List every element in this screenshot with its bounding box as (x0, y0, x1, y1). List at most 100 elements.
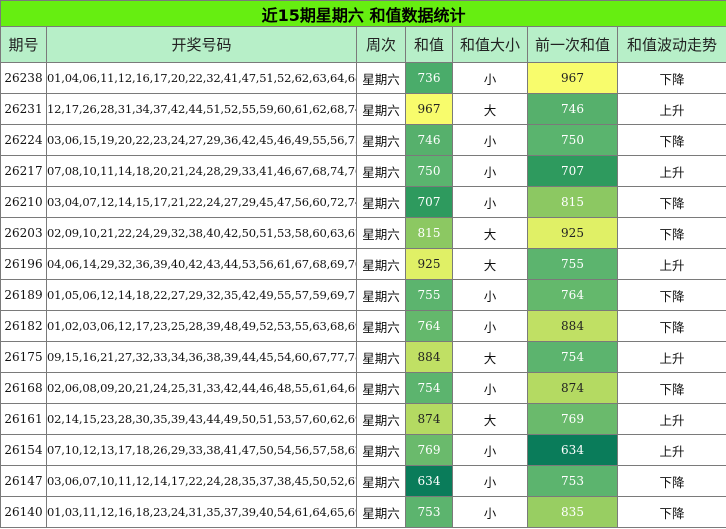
weekday-cell: 星期六 (356, 93, 406, 125)
table-body: 26238 01,04,06,11,12,16,17,20,22,32,41,47… (0, 62, 726, 528)
numbers-cell: 03,06,15,19,20,22,23,24,27,29,36,42,45,4… (46, 124, 357, 156)
previous-sum-cell: 884 (527, 310, 618, 342)
column-header-sum: 和值 (405, 26, 453, 63)
trend-cell: 下降 (616, 186, 726, 218)
weekday-cell: 星期六 (356, 465, 406, 497)
table-row: 26147 03,06,07,10,11,12,14,17,22,24,28,35… (0, 465, 726, 497)
table-row: 26154 07,10,12,13,17,18,26,29,33,38,41,47… (0, 434, 726, 466)
trend-cell: 上升 (616, 434, 726, 466)
previous-sum-cell: 835 (527, 496, 618, 528)
trend-cell: 下降 (616, 217, 726, 249)
period-cell: 26189 (0, 279, 47, 311)
table-row: 26238 01,04,06,11,12,16,17,20,22,32,41,47… (0, 62, 726, 94)
trend-cell: 下降 (616, 372, 726, 404)
weekday-cell: 星期六 (356, 403, 406, 435)
weekday-cell: 星期六 (356, 124, 406, 156)
table-row: 26224 03,06,15,19,20,22,23,24,27,29,36,42… (0, 124, 726, 156)
numbers-cell: 01,02,03,06,12,17,23,25,28,39,48,49,52,5… (46, 310, 357, 342)
previous-sum-cell: 755 (527, 248, 618, 280)
sum-cell: 707 (405, 186, 453, 218)
table-row: 26168 02,06,08,09,20,21,24,25,31,33,42,44… (0, 372, 726, 404)
table-row: 26175 09,15,16,21,27,32,33,34,36,38,39,44… (0, 341, 726, 373)
trend-cell: 上升 (616, 341, 726, 373)
weekday-cell: 星期六 (356, 341, 406, 373)
size-cell: 小 (452, 279, 528, 311)
previous-sum-cell: 707 (527, 155, 618, 187)
weekday-cell: 星期六 (356, 62, 406, 94)
sum-cell: 884 (405, 341, 453, 373)
period-cell: 26161 (0, 403, 47, 435)
previous-sum-cell: 750 (527, 124, 618, 156)
period-cell: 26217 (0, 155, 47, 187)
period-cell: 26196 (0, 248, 47, 280)
numbers-cell: 03,04,07,12,14,15,17,21,22,24,27,29,45,4… (46, 186, 357, 218)
column-header-sum-size: 和值大小 (452, 26, 528, 63)
sum-cell: 754 (405, 372, 453, 404)
sum-cell: 753 (405, 496, 453, 528)
column-header-numbers: 开奖号码 (46, 26, 357, 63)
sum-cell: 764 (405, 310, 453, 342)
period-cell: 26140 (0, 496, 47, 528)
trend-cell: 下降 (616, 279, 726, 311)
sum-cell: 769 (405, 434, 453, 466)
period-cell: 26231 (0, 93, 47, 125)
period-cell: 26238 (0, 62, 47, 94)
size-cell: 大 (452, 341, 528, 373)
previous-sum-cell: 753 (527, 465, 618, 497)
weekday-cell: 星期六 (356, 217, 406, 249)
numbers-cell: 04,06,14,29,32,36,39,40,42,43,44,53,56,6… (46, 248, 357, 280)
trend-cell: 上升 (616, 248, 726, 280)
weekday-cell: 星期六 (356, 248, 406, 280)
table-row: 26182 01,02,03,06,12,17,23,25,28,39,48,49… (0, 310, 726, 342)
table-row: 26140 01,03,11,12,16,18,23,24,31,35,37,39… (0, 496, 726, 528)
sum-cell: 746 (405, 124, 453, 156)
trend-cell: 下降 (616, 124, 726, 156)
numbers-cell: 09,15,16,21,27,32,33,34,36,38,39,44,45,5… (46, 341, 357, 373)
size-cell: 小 (452, 434, 528, 466)
trend-cell: 下降 (616, 310, 726, 342)
period-cell: 26175 (0, 341, 47, 373)
table-row: 26203 02,09,10,21,22,24,29,32,38,40,42,50… (0, 217, 726, 249)
size-cell: 小 (452, 155, 528, 187)
table-row: 26196 04,06,14,29,32,36,39,40,42,43,44,53… (0, 248, 726, 280)
size-cell: 小 (452, 465, 528, 497)
table-title: 近15期星期六 和值数据统计 (0, 0, 726, 27)
weekday-cell: 星期六 (356, 155, 406, 187)
numbers-cell: 12,17,26,28,31,34,37,42,44,51,52,55,59,6… (46, 93, 357, 125)
numbers-cell: 01,03,11,12,16,18,23,24,31,35,37,39,40,5… (46, 496, 357, 528)
weekday-cell: 星期六 (356, 496, 406, 528)
period-cell: 26147 (0, 465, 47, 497)
sum-cell: 815 (405, 217, 453, 249)
period-cell: 26154 (0, 434, 47, 466)
size-cell: 大 (452, 403, 528, 435)
numbers-cell: 01,04,06,11,12,16,17,20,22,32,41,47,51,5… (46, 62, 357, 94)
period-cell: 26224 (0, 124, 47, 156)
size-cell: 小 (452, 496, 528, 528)
weekday-cell: 星期六 (356, 186, 406, 218)
period-cell: 26210 (0, 186, 47, 218)
sum-statistics-table: 近15期星期六 和值数据统计 期号 开奖号码 周次 和值 和值大小 前一次和值 … (0, 0, 726, 528)
size-cell: 大 (452, 93, 528, 125)
size-cell: 大 (452, 217, 528, 249)
previous-sum-cell: 769 (527, 403, 618, 435)
trend-cell: 上升 (616, 155, 726, 187)
period-cell: 26203 (0, 217, 47, 249)
size-cell: 小 (452, 62, 528, 94)
trend-cell: 上升 (616, 403, 726, 435)
previous-sum-cell: 634 (527, 434, 618, 466)
numbers-cell: 01,05,06,12,14,18,22,27,29,32,35,42,49,5… (46, 279, 357, 311)
weekday-cell: 星期六 (356, 310, 406, 342)
size-cell: 小 (452, 124, 528, 156)
table-row: 26231 12,17,26,28,31,34,37,42,44,51,52,55… (0, 93, 726, 125)
period-cell: 26182 (0, 310, 47, 342)
sum-cell: 750 (405, 155, 453, 187)
numbers-cell: 02,09,10,21,22,24,29,32,38,40,42,50,51,5… (46, 217, 357, 249)
table-row: 26189 01,05,06,12,14,18,22,27,29,32,35,42… (0, 279, 726, 311)
period-cell: 26168 (0, 372, 47, 404)
numbers-cell: 02,06,08,09,20,21,24,25,31,33,42,44,46,4… (46, 372, 357, 404)
trend-cell: 下降 (616, 496, 726, 528)
previous-sum-cell: 754 (527, 341, 618, 373)
sum-cell: 925 (405, 248, 453, 280)
column-header-previous-sum: 前一次和值 (527, 26, 618, 63)
weekday-cell: 星期六 (356, 279, 406, 311)
